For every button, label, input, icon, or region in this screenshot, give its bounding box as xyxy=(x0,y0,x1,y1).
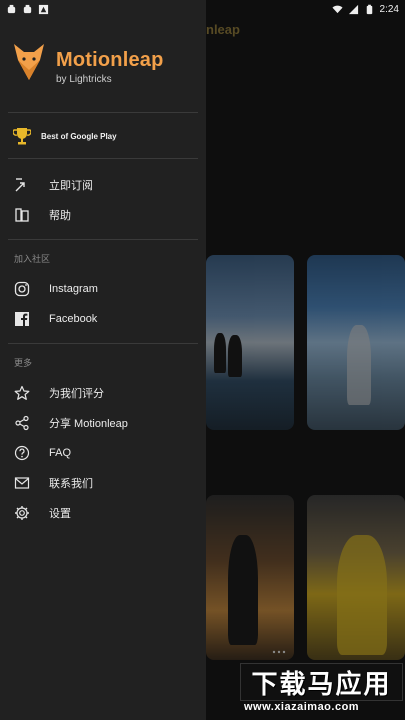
notification-a-icon xyxy=(38,4,49,14)
section-header-more: 更多 xyxy=(14,358,33,368)
brand-name: Motionleap xyxy=(56,49,164,71)
navigation-drawer: Motionleap by Lightricks Best of Google … xyxy=(0,0,206,720)
feed-card[interactable] xyxy=(206,495,294,660)
divider xyxy=(8,158,198,159)
book-icon xyxy=(13,206,31,224)
divider xyxy=(8,112,198,113)
instagram-icon xyxy=(13,280,31,298)
fox-logo-icon xyxy=(14,44,44,80)
feed-card[interactable] xyxy=(206,255,294,430)
menu-item-label: FAQ xyxy=(49,447,72,459)
background-app-title: nleap xyxy=(206,22,240,37)
menu-item-faq[interactable]: FAQ xyxy=(13,441,71,465)
brand-subtitle: by Lightricks xyxy=(56,74,112,85)
help-circle-icon xyxy=(13,444,31,462)
notification-bug-icon xyxy=(7,4,16,13)
menu-item-share[interactable]: 分享 Motionleap xyxy=(13,411,128,435)
menu-item-label: 分享 Motionleap xyxy=(49,418,128,430)
divider xyxy=(8,239,198,240)
watermark-url: www.xiazaimao.com xyxy=(244,701,360,713)
notification-bug-icon xyxy=(23,4,32,13)
menu-item-label: Instagram xyxy=(49,283,98,295)
menu-item-rate-us[interactable]: 为我们评分 xyxy=(13,381,104,405)
menu-item-label: 立即订阅 xyxy=(49,180,93,192)
award-label: Best of Google Play xyxy=(41,131,117,141)
menu-item-facebook[interactable]: Facebook xyxy=(13,307,97,331)
menu-item-label: 为我们评分 xyxy=(49,388,104,400)
menu-item-label: 联系我们 xyxy=(49,478,93,490)
feed-card[interactable] xyxy=(307,495,405,660)
brand-header: Motionleap by Lightricks xyxy=(10,40,164,85)
menu-item-label: Facebook xyxy=(49,313,98,325)
best-of-google-play-badge[interactable]: Best of Google Play xyxy=(13,126,117,146)
menu-item-label: 设置 xyxy=(49,508,71,520)
menu-item-instagram[interactable]: Instagram xyxy=(13,277,98,301)
trophy-icon xyxy=(13,128,31,145)
watermark-text: 下载马应用 xyxy=(240,663,403,701)
mail-icon xyxy=(13,474,31,492)
battery-icon xyxy=(366,4,372,14)
facebook-icon xyxy=(13,310,31,328)
site-watermark: 下载马应用 www.xiazaimao.com xyxy=(240,663,403,719)
signal-icon xyxy=(348,4,358,14)
star-icon xyxy=(13,384,31,402)
divider xyxy=(8,343,198,344)
menu-item-subscribe[interactable]: 立即订阅 xyxy=(13,173,93,197)
page-dots-icon xyxy=(272,650,286,654)
status-bar: 2:24 xyxy=(0,0,405,18)
feed-card[interactable] xyxy=(307,255,405,430)
section-header-community: 加入社区 xyxy=(14,254,51,264)
gear-icon xyxy=(13,504,31,522)
status-time: 2:24 xyxy=(379,3,399,15)
menu-item-label: 帮助 xyxy=(49,210,71,222)
menu-item-settings[interactable]: 设置 xyxy=(13,501,71,525)
share-icon xyxy=(13,414,31,432)
menu-item-help[interactable]: 帮助 xyxy=(13,203,71,227)
subscribe-icon xyxy=(13,176,31,194)
wifi-icon xyxy=(331,5,343,13)
menu-item-contact-us[interactable]: 联系我们 xyxy=(13,471,93,495)
